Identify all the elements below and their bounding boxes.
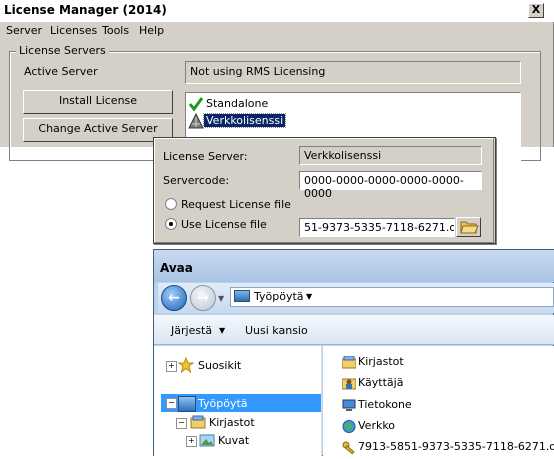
forward-button[interactable]: → <box>190 285 216 311</box>
close-button[interactable]: X <box>528 3 544 18</box>
server-list-item-standalone[interactable]: Standalone <box>188 96 270 112</box>
address-text[interactable]: Työpöytä <box>254 290 304 303</box>
request-license-radio[interactable] <box>165 198 177 210</box>
recent-pages-dropdown-icon[interactable]: ▼ <box>218 294 224 303</box>
desktop-icon <box>178 396 196 412</box>
active-server-field: Not using RMS Licensing <box>185 61 521 84</box>
menu-server[interactable]: Server <box>6 24 42 37</box>
open-folder-icon <box>457 221 480 239</box>
menu-help[interactable]: Help <box>139 24 164 37</box>
new-folder-button[interactable]: Uusi kansio <box>245 324 308 337</box>
network-globe-icon <box>342 419 356 433</box>
change-active-server-button[interactable]: Change Active Server <box>23 118 173 142</box>
back-button[interactable]: ← <box>161 285 187 311</box>
file-item-libraries[interactable]: Kirjastot <box>341 354 404 370</box>
active-server-label: Active Server <box>24 65 98 78</box>
expand-icon[interactable]: + <box>166 361 177 372</box>
tree-item-libraries[interactable]: Kirjastot <box>209 416 255 429</box>
window-title: License Manager (2014) <box>4 3 167 17</box>
file-label: Kirjastot <box>358 355 404 368</box>
check-icon <box>188 96 204 112</box>
expand-icon[interactable]: + <box>186 436 197 447</box>
tree-item-pictures[interactable]: Kuvat <box>218 434 249 447</box>
dialog-title: Avaa <box>160 261 193 275</box>
organize-dropdown-icon[interactable]: ▼ <box>219 326 225 335</box>
key-icon <box>342 441 356 454</box>
file-item-computer[interactable]: Tietokone <box>342 397 412 413</box>
tree-item-favorites[interactable]: Suosikit <box>198 359 241 372</box>
star-icon <box>177 356 195 374</box>
computer-icon <box>342 399 356 412</box>
organize-button[interactable]: Järjestä <box>171 324 212 337</box>
license-file-input[interactable]: 51-9373-5335-7118-6271.one <box>299 218 455 237</box>
library-icon <box>341 355 357 369</box>
file-label: 7913-5851-9373-5335-7118-6271.one <box>358 440 554 453</box>
menu-tools[interactable]: Tools <box>102 24 129 37</box>
install-license-button[interactable]: Install License <box>23 90 173 114</box>
dialog-toolbar <box>154 315 554 345</box>
network-icon <box>188 112 204 129</box>
license-server-label: License Server: <box>163 150 248 163</box>
server-list-label: Standalone <box>206 97 269 110</box>
desktop-icon <box>234 290 250 302</box>
library-icon <box>190 415 206 429</box>
collapse-icon[interactable]: − <box>166 398 177 409</box>
menu-licenses[interactable]: Licenses <box>50 24 97 37</box>
user-folder-icon <box>341 377 357 390</box>
file-item-user[interactable]: Käyttäjä <box>341 375 404 391</box>
server-list-label: Verkkolisenssi <box>202 113 287 128</box>
use-license-label[interactable]: Use License file <box>181 218 267 231</box>
license-server-field: Verkkolisenssi <box>299 146 482 165</box>
servercode-label: Servercode: <box>163 174 230 187</box>
file-item-license-file[interactable]: 7913-5851-9373-5335-7118-6271.one <box>342 439 554 455</box>
file-item-network[interactable]: Verkko <box>342 418 395 434</box>
collapse-icon[interactable]: − <box>176 418 187 429</box>
pictures-icon <box>199 433 215 447</box>
breadcrumb-arrow-icon[interactable]: ▼ <box>306 292 312 301</box>
menu-bar: Server Licenses Tools Help <box>0 22 554 40</box>
tree-item-desktop[interactable]: Työpöytä <box>198 397 248 410</box>
servercode-input[interactable]: 0000-0000-0000-0000-0000-0000 <box>299 171 482 200</box>
server-list-item-verkkolisenssi[interactable]: Verkkolisenssi <box>188 112 287 129</box>
dialog-title-bar <box>154 250 554 282</box>
file-label: Käyttäjä <box>358 376 404 389</box>
file-label: Tietokone <box>358 398 412 411</box>
browse-button[interactable] <box>456 217 481 237</box>
request-license-label[interactable]: Request License file <box>181 198 291 211</box>
group-label: License Servers <box>16 44 109 57</box>
file-label: Verkko <box>358 419 396 432</box>
radio-selected-dot <box>169 222 173 226</box>
